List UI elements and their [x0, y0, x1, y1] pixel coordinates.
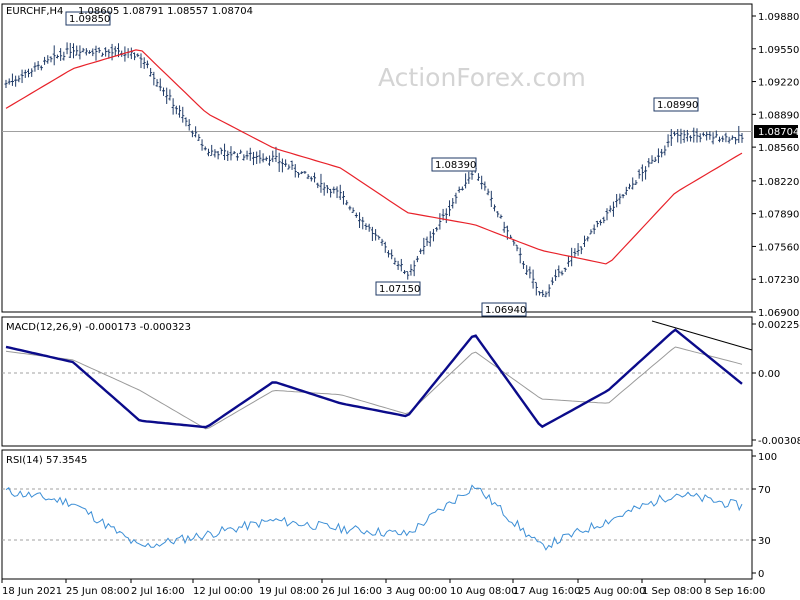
ohlc-text: 1.08605 1.08791 1.08557 1.08704	[78, 6, 253, 17]
macd-axis: 0.002254 0.00 -0.003088	[752, 320, 800, 447]
price-tick-label: 1.08560	[758, 143, 799, 154]
annotation-label: 1.08390	[435, 160, 476, 171]
price-annotation: 1.08990	[653, 97, 699, 112]
annotation-label: 1.07150	[379, 284, 420, 295]
time-tick-label: 2 Jul 16:00	[131, 586, 185, 597]
rsi-tick: 70	[758, 485, 771, 496]
price-tick-label: 1.06900	[758, 308, 799, 319]
price-tick-label: 1.09550	[758, 45, 799, 56]
forex-chart: 1.09880 1.09550 1.09220 1.08890 1.08560 1.082…	[1, 3, 800, 597]
price-tick-label: 1.08890	[758, 110, 799, 121]
current-price-label: 1.08704	[758, 127, 799, 138]
macd-tick: -0.003088	[758, 436, 800, 447]
price-panel	[1, 3, 753, 313]
time-tick-label: 17 Aug 16:00	[513, 586, 580, 597]
watermark: ActionForex.com	[378, 63, 586, 92]
time-tick-label: 10 Aug 08:00	[450, 586, 517, 597]
price-annotation: 1.07150	[375, 281, 421, 296]
annotation-label: 1.08990	[657, 100, 698, 111]
price-tick-label: 1.07890	[758, 210, 799, 221]
rsi-header: RSI(14) 57.3545	[6, 455, 87, 466]
price-annotation: 1.06940	[481, 302, 527, 317]
rsi-tick: 30	[758, 536, 771, 547]
time-tick-label: 19 Jul 08:00	[259, 586, 319, 597]
annotation-label: 1.06940	[485, 305, 526, 316]
time-tick-label: 18 Jun 2021	[2, 586, 62, 597]
price-tick-label: 1.07560	[758, 242, 799, 253]
price-annotation: 1.08390	[431, 157, 477, 172]
time-tick-label: 25 Jun 08:00	[66, 586, 130, 597]
macd-header: MACD(12,26,9) -0.000173 -0.000323	[6, 322, 191, 333]
time-tick-label: 1 Sep 08:00	[642, 586, 702, 597]
time-tick-label: 26 Jul 16:00	[322, 586, 382, 597]
price-tick-label: 1.08220	[758, 177, 799, 188]
price-tick-label: 1.09880	[758, 12, 799, 23]
time-tick-label: 12 Jul 00:00	[193, 586, 253, 597]
time-tick-label: 25 Aug 00:00	[578, 586, 645, 597]
rsi-tick: 100	[758, 452, 777, 463]
macd-tick: 0.00	[758, 369, 780, 380]
time-tick-label: 3 Aug 00:00	[386, 586, 447, 597]
price-axis: 1.09880 1.09550 1.09220 1.08890 1.08560 1.082…	[752, 12, 799, 319]
time-axis: 18 Jun 2021 25 Jun 08:00 2 Jul 16:00 12 Jul…	[1, 579, 765, 597]
macd-tick: 0.002254	[758, 320, 800, 331]
rsi-panel	[1, 449, 753, 580]
macd-panel	[1, 316, 753, 447]
rsi-tick: 0	[758, 569, 764, 580]
price-tick-label: 1.07230	[758, 275, 799, 286]
time-tick-label: 8 Sep 16:00	[705, 586, 765, 597]
price-tick-label: 1.09220	[758, 78, 799, 89]
symbol-label: EURCHF,H4	[6, 6, 63, 17]
rsi-axis: 100 70 30 0	[752, 452, 777, 580]
